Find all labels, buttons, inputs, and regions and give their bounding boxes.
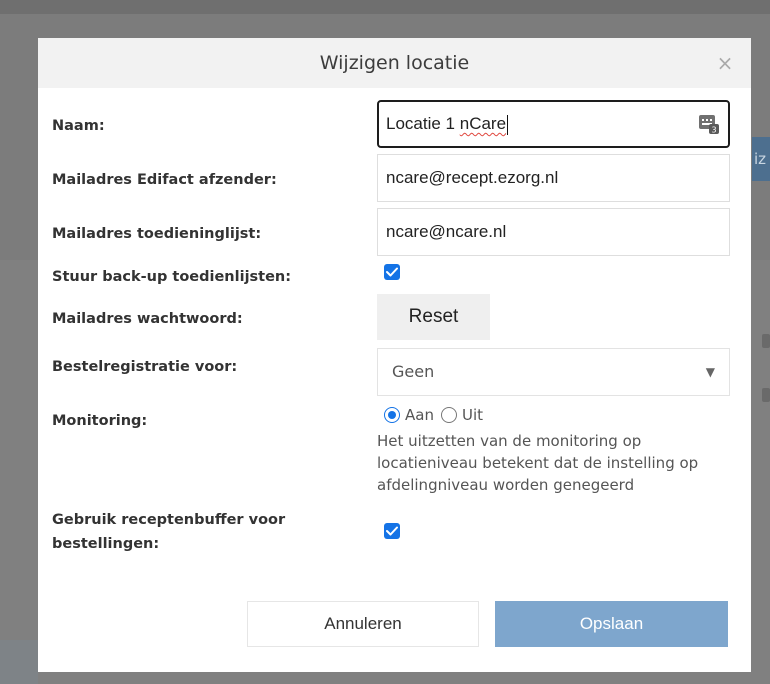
- administration-list-email-label: Mailadres toedieninglijst:: [52, 226, 262, 242]
- backup-checkbox[interactable]: [384, 264, 400, 280]
- background-sidebar-edge: [0, 640, 38, 684]
- monitoring-radio-aan[interactable]: [384, 407, 400, 423]
- order-registration-select[interactable]: Geen ▼: [377, 348, 730, 396]
- checkmark-icon: [386, 526, 398, 536]
- naam-label: Naam:: [52, 118, 105, 134]
- monitoring-label: Monitoring:: [52, 413, 148, 429]
- edifact-sender-input[interactable]: ncare@recept.ezorg.nl: [377, 154, 730, 202]
- background-checkbox-edge: [762, 388, 770, 402]
- password-email-label: Mailadres wachtwoord:: [52, 311, 243, 327]
- reset-button[interactable]: Reset: [377, 294, 490, 340]
- cancel-button[interactable]: Annuleren: [247, 601, 479, 647]
- naam-value-spellcheck: nCare: [459, 114, 507, 133]
- dialog-title: Wijzigen locatie: [319, 52, 470, 74]
- dialog-header: Wijzigen locatie ×: [38, 38, 751, 88]
- monitoring-help-text: Het uitzetten van de monitoring op locat…: [377, 432, 699, 494]
- background-button-edge: iz: [752, 137, 770, 181]
- naam-value: Locatie 1: [386, 114, 460, 133]
- caret-down-icon: ▼: [705, 365, 715, 379]
- prescription-buffer-checkbox[interactable]: [384, 523, 400, 539]
- background-checkbox-edge: [762, 334, 770, 348]
- close-icon[interactable]: ×: [715, 53, 735, 73]
- monitoring-radio-uit[interactable]: [440, 407, 457, 423]
- prescription-buffer-label-line2: bestellingen:: [52, 536, 160, 552]
- keyboard-badge-icon[interactable]: 3: [698, 113, 720, 135]
- order-registration-value: Geen: [392, 362, 435, 381]
- background-top-bar: [0, 0, 770, 14]
- administration-list-email-input[interactable]: ncare@ncare.nl: [377, 208, 730, 256]
- text-caret: [507, 114, 509, 135]
- prescription-buffer-label-line1: Gebruik receptenbuffer voor: [52, 512, 286, 528]
- monitoring-option-label: Uit: [461, 406, 483, 424]
- order-registration-label: Bestelregistratie voor:: [52, 359, 238, 375]
- monitoring-option-label: Aan: [405, 406, 434, 424]
- backup-label: Stuur back-up toedienlijsten:: [52, 269, 292, 285]
- edit-location-dialog: Wijzigen locatie × Naam: Locatie 1 nCare…: [38, 38, 751, 672]
- edifact-sender-label: Mailadres Edifact afzender:: [52, 172, 277, 188]
- checkmark-icon: [386, 267, 398, 277]
- monitoring-radio-group: Aan Uit: [384, 404, 490, 426]
- save-button[interactable]: Opslaan: [495, 601, 728, 647]
- svg-text:3: 3: [711, 126, 716, 135]
- naam-input[interactable]: Locatie 1 nCare 3: [377, 100, 730, 148]
